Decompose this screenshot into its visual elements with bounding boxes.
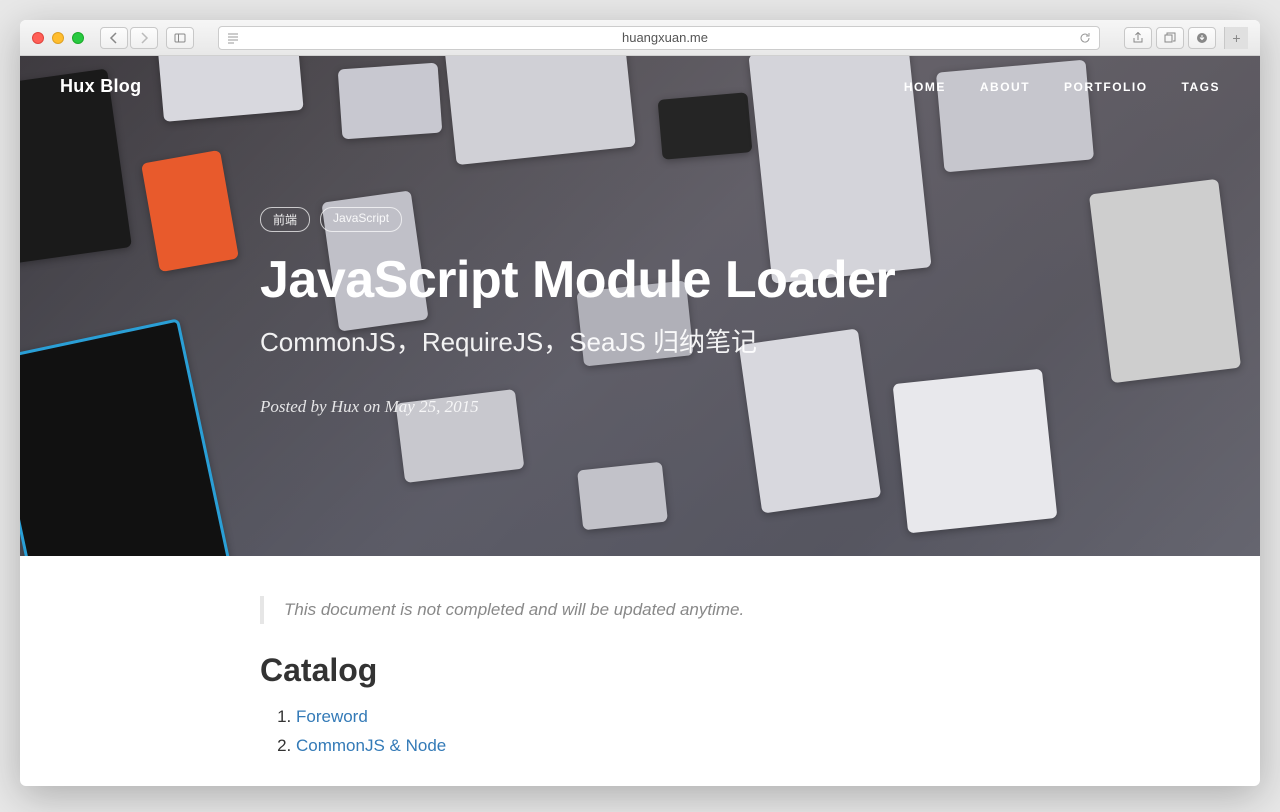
hero-body: 前端 JavaScript JavaScript Module Loader C…	[20, 117, 980, 417]
window-controls	[32, 32, 84, 44]
maximize-window-button[interactable]	[72, 32, 84, 44]
tabs-icon	[1164, 32, 1176, 44]
post-subtitle: CommonJS，RequireJS，SeaJS 归纳笔记	[260, 322, 980, 359]
catalog-item: CommonJS & Node	[296, 732, 980, 761]
nav-link-home[interactable]: HOME	[904, 80, 946, 94]
page-content: Hux Blog HOME ABOUT PORTFOLIO TAGS 前端 Ja…	[20, 56, 1260, 786]
tag-pill[interactable]: 前端	[260, 207, 310, 232]
right-toolbar: +	[1124, 27, 1248, 49]
catalog-list: Foreword CommonJS & Node	[260, 703, 980, 761]
hero-section: Hux Blog HOME ABOUT PORTFOLIO TAGS 前端 Ja…	[20, 56, 1260, 556]
forward-button[interactable]	[130, 27, 158, 49]
post-meta: Posted by Hux on May 25, 2015	[260, 397, 980, 417]
post-tags: 前端 JavaScript	[260, 207, 980, 232]
close-window-button[interactable]	[32, 32, 44, 44]
site-navbar: Hux Blog HOME ABOUT PORTFOLIO TAGS	[20, 56, 1260, 117]
url-bar[interactable]: huangxuan.me	[218, 26, 1100, 50]
share-icon	[1132, 32, 1144, 44]
new-tab-button[interactable]: +	[1224, 27, 1248, 49]
sidebar-icon	[174, 32, 186, 44]
nav-back-forward	[100, 27, 158, 49]
nav-link-tags[interactable]: TAGS	[1182, 80, 1220, 94]
reader-mode-icon[interactable]	[227, 32, 239, 44]
post-title: JavaScript Module Loader	[260, 250, 980, 310]
nav-link-portfolio[interactable]: PORTFOLIO	[1064, 80, 1148, 94]
tag-pill[interactable]: JavaScript	[320, 207, 402, 232]
download-icon	[1196, 32, 1208, 44]
downloads-button[interactable]	[1188, 27, 1216, 49]
share-button[interactable]	[1124, 27, 1152, 49]
article-note: This document is not completed and will …	[260, 596, 980, 624]
minimize-window-button[interactable]	[52, 32, 64, 44]
reload-icon	[1079, 32, 1091, 44]
plus-icon: +	[1232, 30, 1240, 46]
nav-link-about[interactable]: ABOUT	[980, 80, 1030, 94]
chevron-right-icon	[138, 32, 150, 44]
hero-decor	[577, 462, 668, 531]
catalog-item: Foreword	[296, 703, 980, 732]
catalog-link-foreword[interactable]: Foreword	[296, 707, 368, 726]
url-text: huangxuan.me	[239, 30, 1091, 45]
sidebar-toggle-button[interactable]	[166, 27, 194, 49]
nav-links: HOME ABOUT PORTFOLIO TAGS	[904, 80, 1220, 94]
catalog-heading: Catalog	[260, 652, 980, 689]
titlebar: huangxuan.me +	[20, 20, 1260, 56]
catalog-link-commonjs[interactable]: CommonJS & Node	[296, 736, 446, 755]
tabs-button[interactable]	[1156, 27, 1184, 49]
site-brand[interactable]: Hux Blog	[60, 76, 141, 97]
back-button[interactable]	[100, 27, 128, 49]
browser-window: huangxuan.me +	[20, 20, 1260, 786]
reload-button[interactable]	[1079, 32, 1091, 44]
article-body: This document is not completed and will …	[20, 556, 980, 761]
chevron-left-icon	[108, 32, 120, 44]
